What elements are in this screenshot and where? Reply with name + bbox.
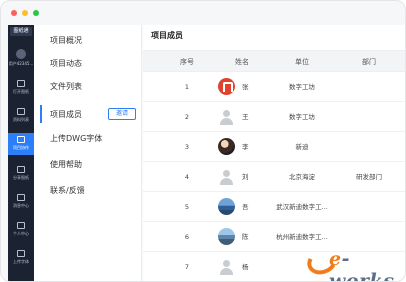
appbar-item-upload-font[interactable]: 上传字体 xyxy=(8,247,34,269)
user-name: 用户42345... xyxy=(8,61,34,66)
member-unit: 数字工坊 xyxy=(289,83,315,91)
appbar-item-personal-center[interactable]: 个人中心 xyxy=(8,219,34,241)
member-unit: 武汉新迪数字工... xyxy=(276,203,328,211)
team-icon xyxy=(17,136,25,143)
share-icon xyxy=(17,166,25,173)
app-window: 图纸通 用户42345... 打开图纸 资料列表 项目协作 分享图纸 消息中心 … xyxy=(0,0,406,282)
member-name: 张 xyxy=(242,83,249,91)
user-avatar xyxy=(16,49,26,59)
eworks-watermark-logo: e-works xyxy=(303,242,399,281)
user-icon xyxy=(17,222,25,229)
nav-item-upload-dwg-font[interactable]: 上传DWG字体 xyxy=(34,129,142,147)
maximize-window-button[interactable] xyxy=(33,10,39,16)
nav-item-help[interactable]: 使用帮助 xyxy=(34,155,142,173)
nav-item-file-list[interactable]: 文件列表 xyxy=(34,77,142,95)
member-name: 杨 xyxy=(242,263,249,271)
appbar-item-messages[interactable]: 消息中心 xyxy=(8,191,34,213)
default-avatar-icon xyxy=(218,168,235,185)
member-avatar xyxy=(218,138,235,155)
close-window-button[interactable] xyxy=(11,10,17,16)
table-row[interactable]: 3 李 新迪 xyxy=(143,132,405,162)
column-header-name: 姓名 xyxy=(235,58,249,66)
font-icon xyxy=(17,250,25,257)
page-title: 项目成员 xyxy=(151,31,183,40)
message-icon xyxy=(17,194,25,201)
member-avatar xyxy=(218,198,235,215)
invite-button[interactable]: 邀请 xyxy=(108,108,136,120)
title-bar xyxy=(1,1,405,25)
user-profile[interactable]: 用户42345... xyxy=(8,49,34,67)
app-logo: 图纸通 xyxy=(10,27,32,36)
table-row[interactable]: 2 王 数字工坊 xyxy=(143,102,405,132)
nav-item-feedback[interactable]: 联系/反馈 xyxy=(34,181,142,199)
default-avatar-icon xyxy=(218,258,235,275)
table-row[interactable]: 1 张 数字工坊 xyxy=(143,72,405,102)
member-name: 陈 xyxy=(242,233,249,241)
column-header-dept: 部门 xyxy=(362,58,376,66)
project-nav: 项目概况 项目动态 文件列表 项目成员 邀请 上传DWG字体 使用帮助 联系/反… xyxy=(34,25,142,281)
member-name: 刘 xyxy=(242,173,249,181)
row-index: 6 xyxy=(184,233,190,241)
member-unit: 北京海淀 xyxy=(289,173,315,181)
member-name: 王 xyxy=(242,113,249,121)
minimize-window-button[interactable] xyxy=(22,10,28,16)
app-sidebar: 图纸通 用户42345... 打开图纸 资料列表 项目协作 分享图纸 消息中心 … xyxy=(8,25,34,281)
nav-item-activity[interactable]: 项目动态 xyxy=(34,54,142,72)
nav-item-overview[interactable]: 项目概况 xyxy=(34,31,142,49)
row-index: 2 xyxy=(184,113,190,121)
column-header-unit: 单位 xyxy=(295,58,309,66)
row-index: 1 xyxy=(184,83,190,91)
column-header-index: 序号 xyxy=(180,58,194,66)
table-row[interactable]: 5 吾 武汉新迪数字工... xyxy=(143,192,405,222)
table-row[interactable]: 4 刘 北京海淀 研发部门 xyxy=(143,162,405,192)
appbar-item-project-collab[interactable]: 项目协作 xyxy=(8,133,34,155)
default-avatar-icon xyxy=(218,108,235,125)
member-name: 吾 xyxy=(242,203,249,211)
watermark-text: e-works xyxy=(329,248,395,282)
member-unit: 数字工坊 xyxy=(289,113,315,121)
row-index: 5 xyxy=(184,203,190,211)
row-index: 7 xyxy=(184,263,190,271)
appbar-item-share-drawing[interactable]: 分享图纸 xyxy=(8,163,34,185)
table-header: 序号 姓名 单位 部门 xyxy=(143,50,405,72)
folder-icon xyxy=(17,80,25,87)
appbar-item-document-list[interactable]: 资料列表 xyxy=(8,105,34,127)
list-icon xyxy=(17,108,25,115)
appbar-item-open-drawing[interactable]: 打开图纸 xyxy=(8,77,34,99)
member-unit: 新迪 xyxy=(295,143,309,151)
member-avatar xyxy=(218,228,235,245)
member-dept: 研发部门 xyxy=(356,173,382,181)
row-index: 3 xyxy=(184,143,190,151)
member-avatar xyxy=(218,78,235,95)
row-index: 4 xyxy=(184,173,190,181)
member-name: 李 xyxy=(242,143,249,151)
